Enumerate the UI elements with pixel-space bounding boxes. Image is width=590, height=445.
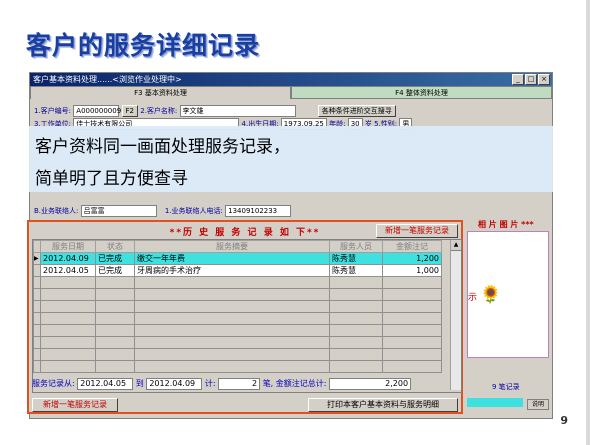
customer-name-field[interactable]: 李文雄 bbox=[179, 105, 296, 117]
callout-line-1: 客户资料同一画面处理服务记录， bbox=[35, 137, 290, 157]
contact-phone-label: 1.业务联络人电话: bbox=[164, 207, 223, 215]
callout-overlay: 客户资料同一画面处理服务记录， 简单明了且方便查寻 bbox=[29, 126, 553, 192]
slide-border bbox=[586, 0, 590, 445]
table-row[interactable]: ▶ 2012.04.09 已完成 缴交一年年费 陈秀慧 1,200 bbox=[33, 252, 442, 265]
contact-field[interactable]: 吕富富 bbox=[80, 205, 157, 217]
cell-summary[interactable]: 缴交一年年费 bbox=[134, 252, 330, 265]
summary-from-label: 服务记录从: bbox=[32, 379, 75, 388]
summary-from-field[interactable]: 2012.04.05 bbox=[77, 377, 134, 390]
tab-overall[interactable]: F4 整体资料处理 bbox=[291, 86, 552, 99]
cell-status[interactable]: 已完成 bbox=[95, 264, 135, 277]
customer-row: 1.客户编号: A000000009 F2 2.客户名称: 李文雄 各种条件进阶… bbox=[34, 105, 396, 117]
empty-row bbox=[33, 336, 442, 349]
empty-row bbox=[33, 300, 442, 313]
callout-line-2: 简单明了且方便查寻 bbox=[35, 169, 188, 189]
cell-summary[interactable]: 牙周病的手术治疗 bbox=[134, 264, 330, 277]
summary-count-field: 2 bbox=[218, 377, 261, 390]
customer-no-label: 1.客户编号: bbox=[34, 107, 72, 115]
history-grid: 服务日期 状态 服务摘要 服务人员 金额注记 ▶ 2012.04.09 已完成 … bbox=[32, 239, 462, 393]
col-staff[interactable]: 服务人员 bbox=[329, 240, 383, 253]
customer-no-field[interactable]: A000000009 bbox=[73, 105, 121, 117]
summary-count-unit: 笔, bbox=[262, 379, 274, 388]
page-number: 9 bbox=[560, 414, 568, 427]
customer-name-label: 2.客户名称: bbox=[140, 107, 178, 115]
empty-row bbox=[33, 360, 442, 373]
advanced-search-button[interactable]: 各种条件进阶交互搜寻 bbox=[317, 105, 396, 117]
summary-count-label: 计: bbox=[204, 379, 216, 388]
col-summary[interactable]: 服务摘要 bbox=[134, 240, 330, 253]
row-pointer-icon: ▶ bbox=[33, 252, 41, 265]
cell-status[interactable]: 已完成 bbox=[95, 252, 135, 265]
history-panel: **历 史 服 务 记 录 如 下** 新增一笔服务记录 服务日期 状态 服务摘… bbox=[27, 220, 463, 414]
scroll-up-icon[interactable]: ▲ bbox=[451, 240, 461, 251]
col-date[interactable]: 服务日期 bbox=[40, 240, 96, 253]
col-amount[interactable]: 金额注记 bbox=[382, 240, 442, 253]
close-icon[interactable]: × bbox=[538, 74, 550, 85]
mascot-icon: 🌻 bbox=[480, 285, 502, 305]
picture-label: 相 片 图 片 *** bbox=[478, 220, 534, 229]
table-row[interactable]: 2012.04.05 已完成 牙周病的手术治疗 陈秀慧 1,000 bbox=[33, 264, 442, 277]
cell-amount[interactable]: 1,000 bbox=[382, 264, 442, 277]
contact-phone-field[interactable]: 13409102233 bbox=[225, 205, 292, 217]
window-titlebar: 客户基本资料处理......<浏览作业处理中> _ □ × bbox=[30, 73, 552, 86]
tab-bar: F3 基本资料处理 F4 整体资料处理 bbox=[30, 86, 552, 99]
empty-row bbox=[33, 324, 442, 337]
tab-basic[interactable]: F3 基本资料处理 bbox=[30, 86, 291, 99]
summary-total-label: 金额注记总计: bbox=[275, 379, 327, 388]
cell-date[interactable]: 2012.04.05 bbox=[40, 264, 96, 277]
grid-scrollbar[interactable]: ▲ bbox=[450, 240, 461, 390]
add-record-button-top[interactable]: 新增一笔服务记录 bbox=[376, 224, 458, 238]
empty-row bbox=[33, 312, 442, 325]
add-record-button-bottom[interactable]: 新增一笔服务记录 bbox=[32, 398, 118, 412]
contact-label: B.业务联络人: bbox=[34, 207, 79, 215]
print-button[interactable]: 打印本客户基本资料与服务明细 bbox=[308, 398, 458, 412]
minimize-icon[interactable]: _ bbox=[512, 74, 524, 85]
summary-total-field: 2,200 bbox=[329, 377, 412, 390]
contact-row: B.业务联络人: 吕富富 1.业务联络人电话: 13409102233 bbox=[34, 205, 292, 217]
mascot-caption: 示 bbox=[468, 293, 478, 303]
row-marker-header bbox=[33, 240, 41, 253]
empty-row bbox=[33, 276, 442, 289]
empty-row bbox=[33, 348, 442, 361]
summary-bar: 服务记录从: 2012.04.05 到 2012.04.09 计: 2 笔, 金… bbox=[32, 377, 460, 391]
customer-no-lookup-button[interactable]: F2 bbox=[121, 105, 138, 117]
help-button[interactable]: 说明 bbox=[527, 399, 549, 410]
cell-staff[interactable]: 陈秀慧 bbox=[329, 264, 383, 277]
cell-date[interactable]: 2012.04.09 bbox=[40, 252, 96, 265]
record-count: 9 笔记录 bbox=[492, 383, 520, 391]
summary-to-field[interactable]: 2012.04.09 bbox=[146, 377, 203, 390]
empty-row bbox=[33, 288, 442, 301]
col-status[interactable]: 状态 bbox=[95, 240, 135, 253]
window-title: 客户基本资料处理......<浏览作业处理中> bbox=[33, 75, 182, 84]
slide-title: 客户的服务详细记录 bbox=[26, 31, 261, 60]
grid-header: 服务日期 状态 服务摘要 服务人员 金额注记 bbox=[33, 240, 442, 253]
maximize-icon[interactable]: □ bbox=[525, 74, 537, 85]
summary-to-label: 到 bbox=[135, 379, 144, 388]
cell-amount[interactable]: 1,200 bbox=[382, 252, 442, 265]
cell-staff[interactable]: 陈秀慧 bbox=[329, 252, 383, 265]
status-bar bbox=[467, 398, 523, 407]
